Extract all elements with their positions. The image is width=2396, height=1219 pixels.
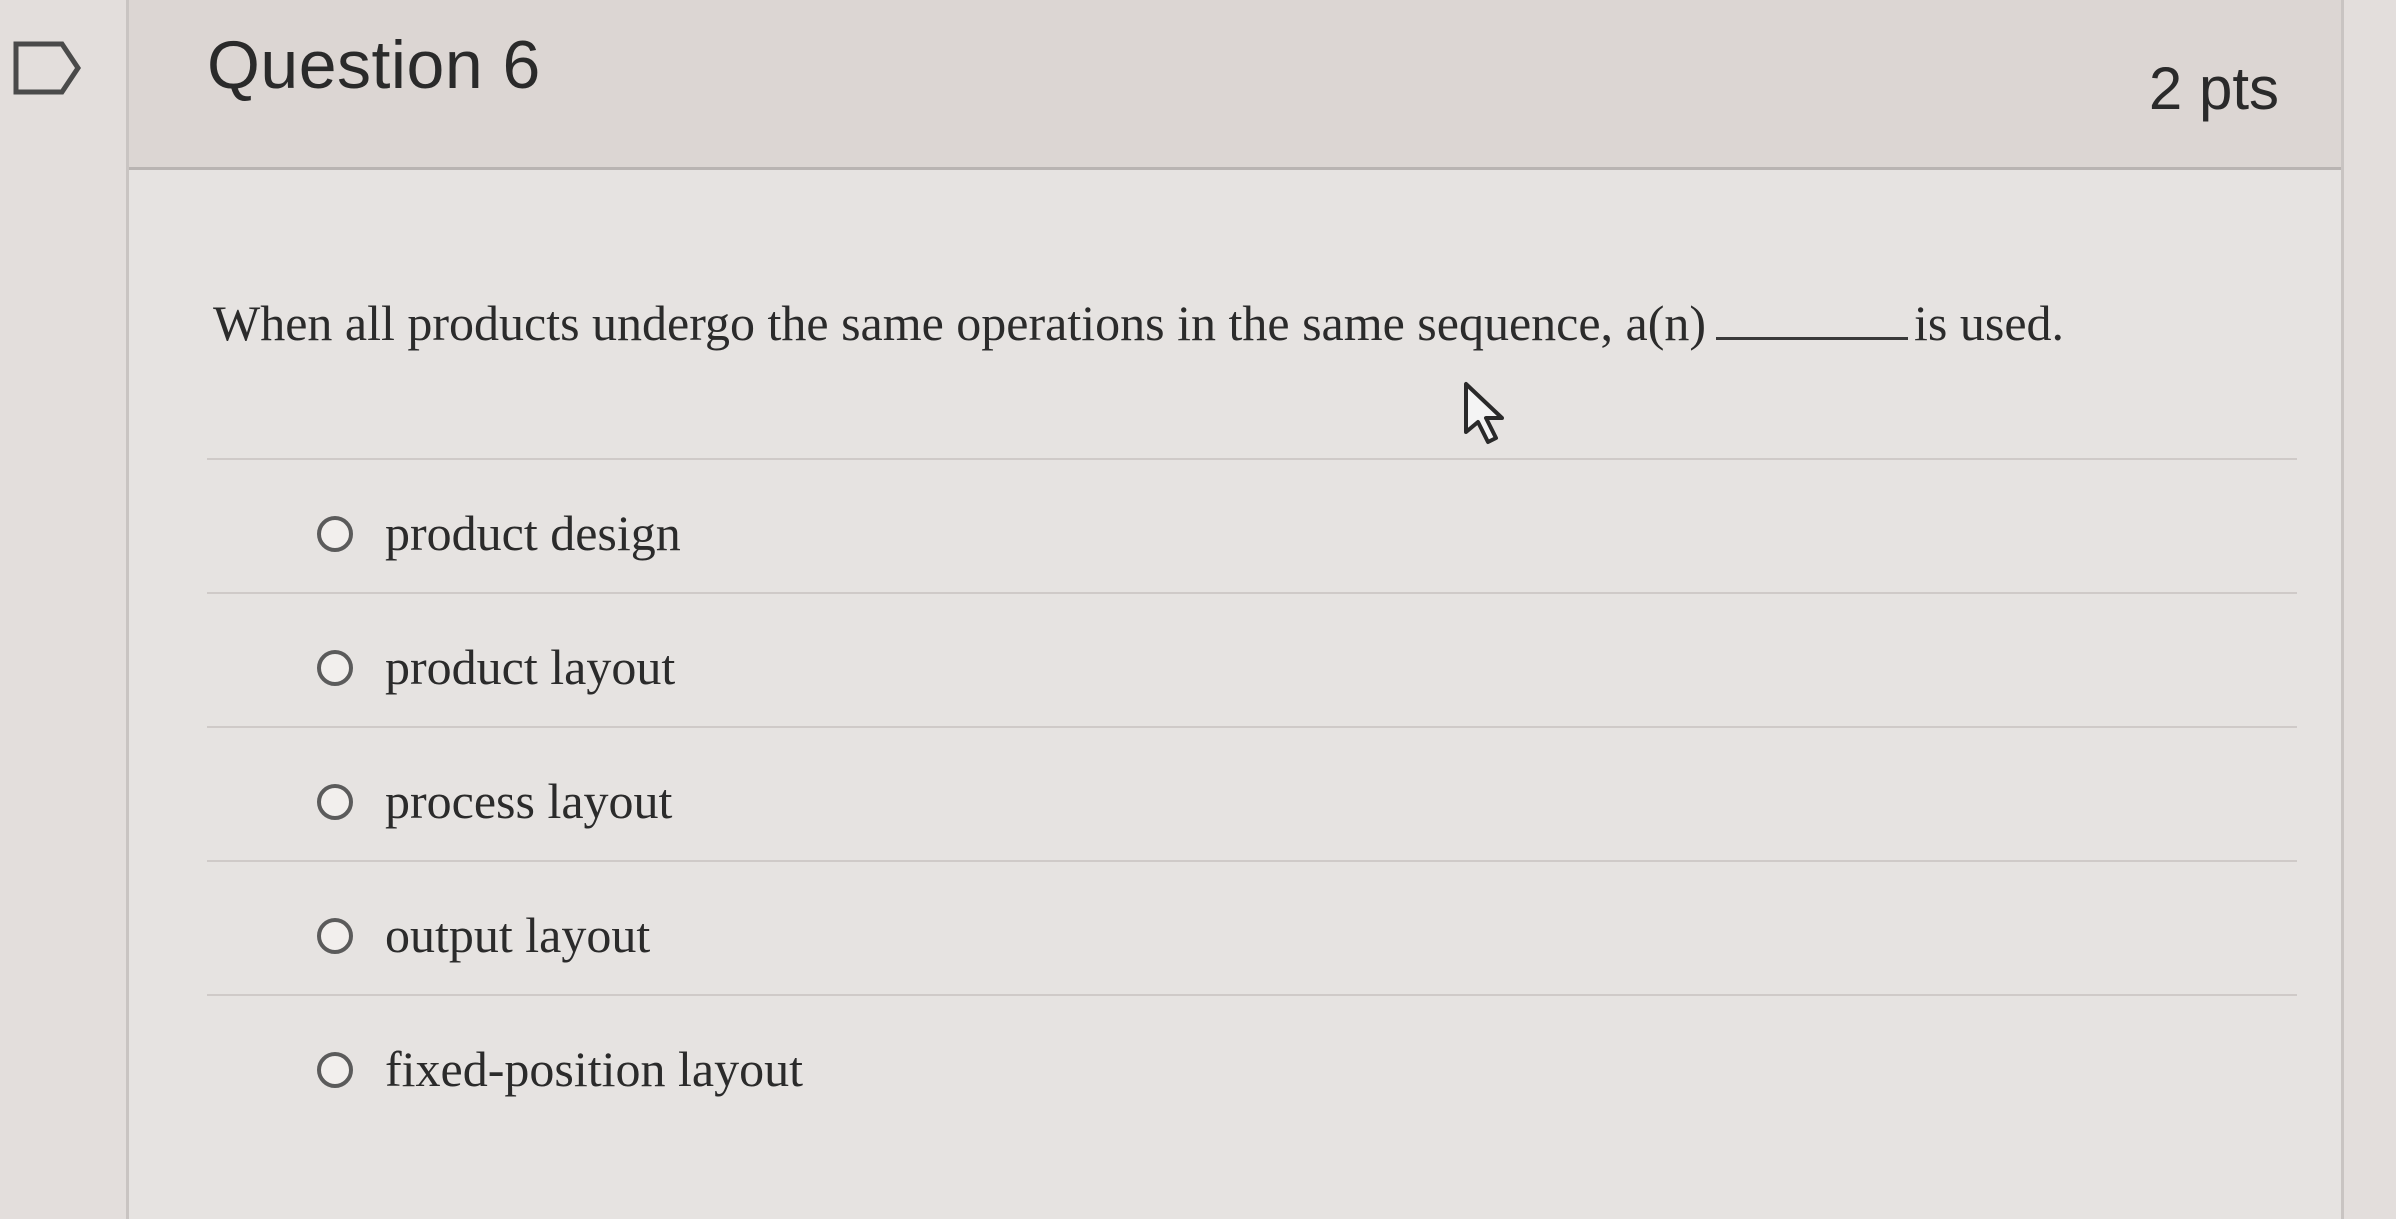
question-points: 2 pts <box>2148 55 2279 122</box>
radio-button[interactable] <box>317 650 353 686</box>
answer-label[interactable]: product layout <box>385 638 675 696</box>
answer-label[interactable]: product design <box>385 504 681 562</box>
answer-option[interactable]: product design <box>207 458 2297 592</box>
answer-blank <box>1716 303 1909 340</box>
answer-option[interactable]: product layout <box>207 592 2297 726</box>
flag-question-icon[interactable] <box>12 40 84 96</box>
mouse-pointer-icon <box>1464 382 1504 444</box>
question-text-before: When all products undergo the same opera… <box>213 295 1707 351</box>
answer-label[interactable]: fixed-position layout <box>385 1040 803 1098</box>
question-card: Question 6 2 pts When all products under… <box>126 0 2344 1219</box>
radio-button[interactable] <box>317 918 353 954</box>
question-header: Question 6 2 pts <box>129 0 2341 170</box>
radio-button[interactable] <box>317 516 353 552</box>
answer-option[interactable]: output layout <box>207 860 2297 994</box>
question-text-after: is used. <box>1914 295 2065 351</box>
answer-option[interactable]: process layout <box>207 726 2297 860</box>
answer-label[interactable]: output layout <box>385 906 650 964</box>
question-prompt: When all products undergo the same opera… <box>213 294 2064 352</box>
answer-list: product design product layout process la… <box>207 458 2297 1128</box>
answer-option[interactable]: fixed-position layout <box>207 994 2297 1128</box>
question-title: Question 6 <box>207 27 541 103</box>
radio-button[interactable] <box>317 784 353 820</box>
answer-label[interactable]: process layout <box>385 772 672 830</box>
radio-button[interactable] <box>317 1052 353 1088</box>
